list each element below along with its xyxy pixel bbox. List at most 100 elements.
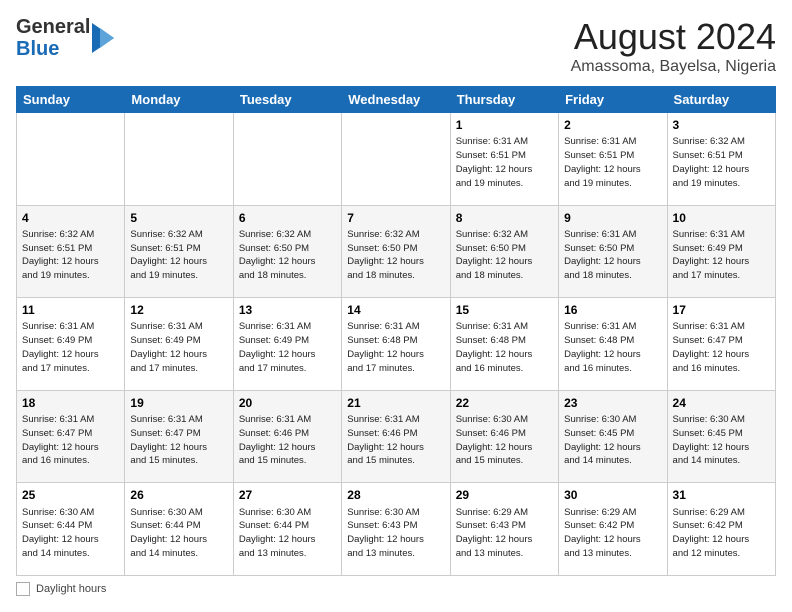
day-info: Sunrise: 6:31 AMSunset: 6:47 PMDaylight:…: [130, 414, 207, 466]
logo-blue: Blue: [16, 38, 59, 60]
empty-cell: [342, 113, 450, 206]
day-cell-3: 3 Sunrise: 6:32 AMSunset: 6:51 PMDaylight…: [667, 113, 775, 206]
day-cell-21: 21 Sunrise: 6:31 AMSunset: 6:46 PMDayligh…: [342, 390, 450, 483]
logo-general: General: [16, 16, 90, 38]
day-cell-20: 20 Sunrise: 6:31 AMSunset: 6:46 PMDayligh…: [233, 390, 341, 483]
day-info: Sunrise: 6:30 AMSunset: 6:43 PMDaylight:…: [347, 507, 424, 559]
day-number: 28: [347, 487, 444, 503]
day-number: 26: [130, 487, 227, 503]
day-cell-12: 12 Sunrise: 6:31 AMSunset: 6:49 PMDayligh…: [125, 298, 233, 391]
logo-arrow-icon: [92, 19, 122, 57]
page: General Blue August 2024 Amassoma, Bayel…: [0, 0, 792, 612]
day-number: 11: [22, 302, 119, 318]
day-cell-28: 28 Sunrise: 6:30 AMSunset: 6:43 PMDayligh…: [342, 483, 450, 576]
week-row-4: 18 Sunrise: 6:31 AMSunset: 6:47 PMDayligh…: [17, 390, 776, 483]
col-header-saturday: Saturday: [667, 87, 775, 113]
location-title: Amassoma, Bayelsa, Nigeria: [571, 58, 776, 76]
day-info: Sunrise: 6:31 AMSunset: 6:46 PMDaylight:…: [347, 414, 424, 466]
day-info: Sunrise: 6:32 AMSunset: 6:50 PMDaylight:…: [456, 229, 533, 281]
day-number: 22: [456, 395, 553, 411]
day-cell-7: 7 Sunrise: 6:32 AMSunset: 6:50 PMDaylight…: [342, 205, 450, 298]
col-header-monday: Monday: [125, 87, 233, 113]
calendar-header-row: SundayMondayTuesdayWednesdayThursdayFrid…: [17, 87, 776, 113]
day-cell-1: 1 Sunrise: 6:31 AMSunset: 6:51 PMDaylight…: [450, 113, 558, 206]
day-info: Sunrise: 6:32 AMSunset: 6:51 PMDaylight:…: [130, 229, 207, 281]
day-info: Sunrise: 6:30 AMSunset: 6:44 PMDaylight:…: [130, 507, 207, 559]
day-info: Sunrise: 6:31 AMSunset: 6:49 PMDaylight:…: [22, 321, 99, 373]
day-info: Sunrise: 6:30 AMSunset: 6:45 PMDaylight:…: [564, 414, 641, 466]
day-number: 4: [22, 210, 119, 226]
day-cell-11: 11 Sunrise: 6:31 AMSunset: 6:49 PMDayligh…: [17, 298, 125, 391]
empty-cell: [17, 113, 125, 206]
day-info: Sunrise: 6:32 AMSunset: 6:51 PMDaylight:…: [673, 136, 750, 188]
day-cell-8: 8Sunrise: 6:32 AMSunset: 6:50 PMDaylight…: [450, 205, 558, 298]
empty-cell: [125, 113, 233, 206]
day-cell-25: 25Sunrise: 6:30 AMSunset: 6:44 PMDayligh…: [17, 483, 125, 576]
day-cell-23: 23 Sunrise: 6:30 AMSunset: 6:45 PMDayligh…: [559, 390, 667, 483]
logo: General Blue: [16, 16, 122, 60]
day-number: 21: [347, 395, 444, 411]
day-number: 17: [673, 302, 770, 318]
day-info: Sunrise: 6:31 AMSunset: 6:46 PMDaylight:…: [239, 414, 316, 466]
day-number: 29: [456, 487, 553, 503]
daylight-box-icon: [16, 582, 30, 596]
day-info: Sunrise: 6:31 AMSunset: 6:51 PMDaylight:…: [564, 136, 641, 188]
col-header-thursday: Thursday: [450, 87, 558, 113]
day-number: 13: [239, 302, 336, 318]
day-info: Sunrise: 6:30 AMSunset: 6:45 PMDaylight:…: [673, 414, 750, 466]
day-cell-24: 24 Sunrise: 6:30 AMSunset: 6:45 PMDayligh…: [667, 390, 775, 483]
day-info: Sunrise: 6:30 AMSunset: 6:44 PMDaylight:…: [239, 507, 316, 559]
day-info: Sunrise: 6:32 AMSunset: 6:50 PMDaylight:…: [347, 229, 424, 281]
week-row-5: 25 Sunrise: 6:30 AMSunset: 6:44 PMDayligh…: [17, 483, 776, 576]
day-cell-18: 18Sunrise: 6:31 AMSunset: 6:47 PMDayligh…: [17, 390, 125, 483]
day-info: Sunrise: 6:31 AMSunset: 6:50 PMDaylight:…: [564, 229, 641, 281]
day-number: 14: [347, 302, 444, 318]
day-cell-17: 17Sunrise: 6:31 AMSunset: 6:47 PMDayligh…: [667, 298, 775, 391]
day-info: Sunrise: 6:29 AMSunset: 6:42 PMDaylight:…: [564, 507, 641, 559]
day-info: Sunrise: 6:32 AMSunset: 6:50 PMDaylight:…: [239, 229, 316, 281]
day-cell-16: 16Sunrise: 6:31 AMSunset: 6:48 PMDayligh…: [559, 298, 667, 391]
col-header-tuesday: Tuesday: [233, 87, 341, 113]
header: General Blue August 2024 Amassoma, Bayel…: [16, 16, 776, 76]
col-header-friday: Friday: [559, 87, 667, 113]
daylight-label: Daylight hours: [36, 583, 106, 595]
day-number: 9: [564, 210, 661, 226]
day-number: 23: [564, 395, 661, 411]
day-info: Sunrise: 6:29 AMSunset: 6:42 PMDaylight:…: [673, 507, 750, 559]
day-cell-6: 6 Sunrise: 6:32 AMSunset: 6:50 PMDaylight…: [233, 205, 341, 298]
day-info: Sunrise: 6:30 AMSunset: 6:46 PMDaylight:…: [456, 414, 533, 466]
footer-note: Daylight hours: [16, 582, 776, 596]
day-number: 25: [22, 487, 119, 503]
day-cell-26: 26 Sunrise: 6:30 AMSunset: 6:44 PMDayligh…: [125, 483, 233, 576]
col-header-wednesday: Wednesday: [342, 87, 450, 113]
day-number: 19: [130, 395, 227, 411]
day-number: 16: [564, 302, 661, 318]
day-number: 20: [239, 395, 336, 411]
day-cell-15: 15Sunrise: 6:31 AMSunset: 6:48 PMDayligh…: [450, 298, 558, 391]
day-cell-2: 2 Sunrise: 6:31 AMSunset: 6:51 PMDaylight…: [559, 113, 667, 206]
day-info: Sunrise: 6:29 AMSunset: 6:43 PMDaylight:…: [456, 507, 533, 559]
day-number: 1: [456, 117, 553, 133]
day-cell-14: 14Sunrise: 6:31 AMSunset: 6:48 PMDayligh…: [342, 298, 450, 391]
day-number: 2: [564, 117, 661, 133]
day-cell-13: 13 Sunrise: 6:31 AMSunset: 6:49 PMDayligh…: [233, 298, 341, 391]
day-number: 12: [130, 302, 227, 318]
week-row-2: 4 Sunrise: 6:32 AMSunset: 6:51 PMDaylight…: [17, 205, 776, 298]
day-cell-19: 19 Sunrise: 6:31 AMSunset: 6:47 PMDayligh…: [125, 390, 233, 483]
day-info: Sunrise: 6:31 AMSunset: 6:51 PMDaylight:…: [456, 136, 533, 188]
day-number: 3: [673, 117, 770, 133]
day-info: Sunrise: 6:31 AMSunset: 6:49 PMDaylight:…: [130, 321, 207, 373]
day-cell-27: 27Sunrise: 6:30 AMSunset: 6:44 PMDayligh…: [233, 483, 341, 576]
day-cell-5: 5Sunrise: 6:32 AMSunset: 6:51 PMDaylight…: [125, 205, 233, 298]
day-number: 6: [239, 210, 336, 226]
empty-cell: [233, 113, 341, 206]
day-number: 7: [347, 210, 444, 226]
day-info: Sunrise: 6:31 AMSunset: 6:49 PMDaylight:…: [239, 321, 316, 373]
week-row-1: 1 Sunrise: 6:31 AMSunset: 6:51 PMDaylight…: [17, 113, 776, 206]
day-number: 18: [22, 395, 119, 411]
day-info: Sunrise: 6:32 AMSunset: 6:51 PMDaylight:…: [22, 229, 99, 281]
logo-area: General Blue: [16, 16, 122, 60]
day-info: Sunrise: 6:31 AMSunset: 6:48 PMDaylight:…: [456, 321, 533, 373]
day-number: 10: [673, 210, 770, 226]
day-number: 24: [673, 395, 770, 411]
